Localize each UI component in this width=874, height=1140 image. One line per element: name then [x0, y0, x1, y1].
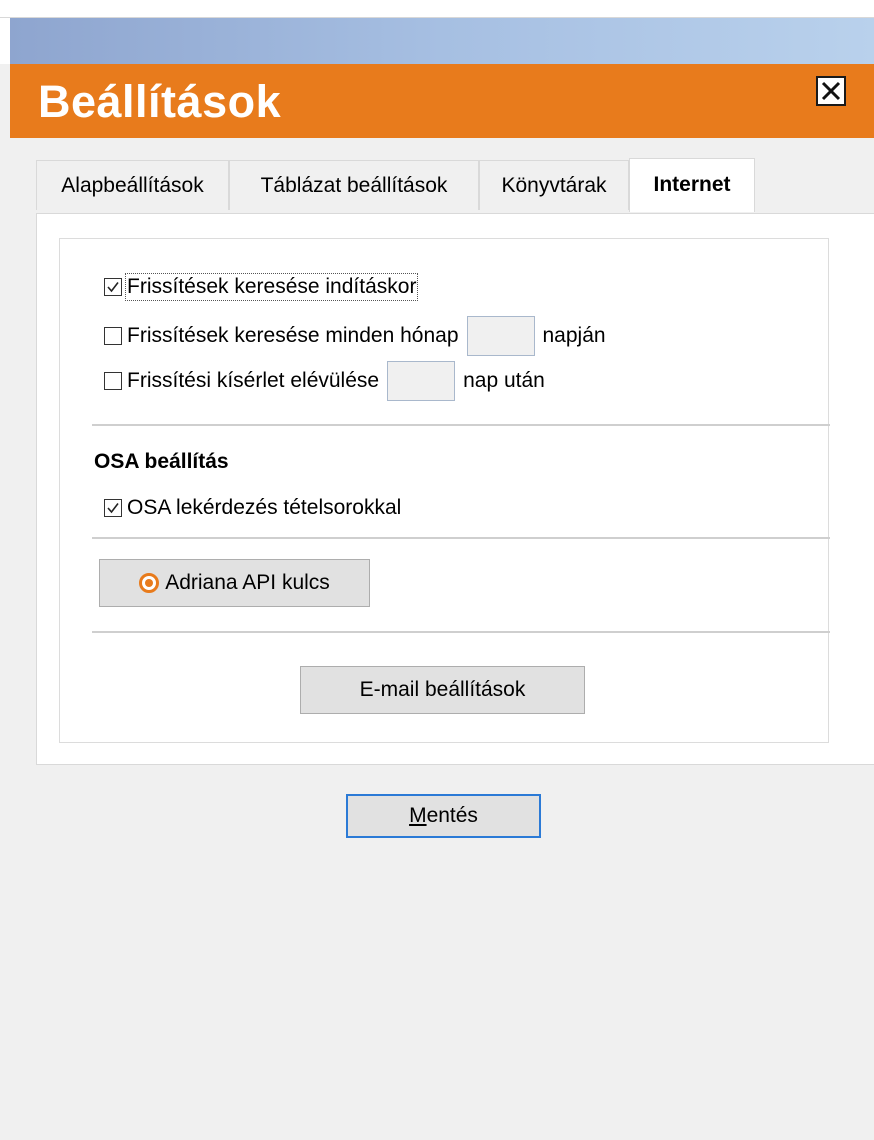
tab-label: Alapbeállítások: [61, 174, 204, 197]
tab-tablazat-beallitasok[interactable]: Táblázat beállítások: [229, 160, 479, 210]
divider: [92, 537, 830, 539]
check-monthly-checkbox[interactable]: [104, 327, 122, 345]
save-mnemonic: M: [409, 804, 427, 827]
save-button-label: Mentés: [409, 804, 478, 828]
tab-label: Könyvtárak: [501, 174, 607, 197]
dialog-header: Beállítások: [10, 64, 874, 138]
email-settings-button-label: E-mail beállítások: [359, 678, 526, 701]
tab-panel-internet: Frissítések keresése indításkor Frissíté…: [36, 213, 874, 765]
tab-alapbeallitasok[interactable]: Alapbeállítások: [36, 160, 229, 210]
api-key-button-label: Adriana API kulcs: [165, 571, 330, 594]
close-icon: [821, 81, 841, 101]
check-on-start-row[interactable]: Frissítések keresése indításkor: [104, 272, 419, 302]
check-on-start-checkbox[interactable]: [104, 278, 122, 296]
settings-group: Frissítések keresése indításkor Frissíté…: [59, 238, 830, 743]
check-monthly-label: Frissítések keresése minden hónap: [127, 324, 459, 347]
divider: [92, 424, 830, 426]
osa-query-checkbox[interactable]: [104, 499, 122, 517]
email-settings-button[interactable]: E-mail beállítások: [300, 666, 585, 714]
monthly-suffix: napján: [542, 324, 606, 347]
expiry-label: Frissítési kísérlet elévülése: [127, 369, 380, 392]
close-button[interactable]: [816, 76, 846, 106]
tab-internet[interactable]: Internet: [629, 158, 755, 212]
window-chrome-gradient: [10, 18, 874, 64]
check-monthly-row: Frissítések keresése minden hónap napján: [104, 314, 606, 358]
osa-section-title: OSA beállítás: [94, 450, 229, 473]
tab-konyvtarak[interactable]: Könyvtárak: [479, 160, 629, 210]
tab-label: Internet: [653, 173, 731, 196]
osa-query-label: OSA lekérdezés tételsorokkal: [127, 496, 402, 519]
save-label-rest: entés: [426, 804, 478, 827]
expiry-row: Frissítési kísérlet elévülése nap után: [104, 359, 545, 403]
tab-label: Táblázat beállítások: [260, 174, 448, 197]
expiry-suffix: nap után: [463, 369, 545, 392]
left-margin: [0, 18, 10, 64]
radio-target-icon: [139, 573, 160, 593]
divider: [92, 631, 830, 633]
checkmark-icon: [107, 282, 119, 293]
top-strip: [0, 0, 874, 18]
monthly-day-input[interactable]: [466, 316, 535, 356]
osa-query-row[interactable]: OSA lekérdezés tételsorokkal: [104, 493, 401, 523]
check-on-start-label: Frissítések keresése indításkor: [124, 273, 419, 301]
dialog-title: Beállítások: [38, 76, 282, 127]
expiry-days-input[interactable]: [387, 361, 456, 401]
checkmark-icon: [107, 503, 119, 514]
expiry-checkbox[interactable]: [104, 372, 122, 390]
api-key-button[interactable]: Adriana API kulcs: [99, 559, 370, 607]
save-button[interactable]: Mentés: [346, 794, 541, 838]
